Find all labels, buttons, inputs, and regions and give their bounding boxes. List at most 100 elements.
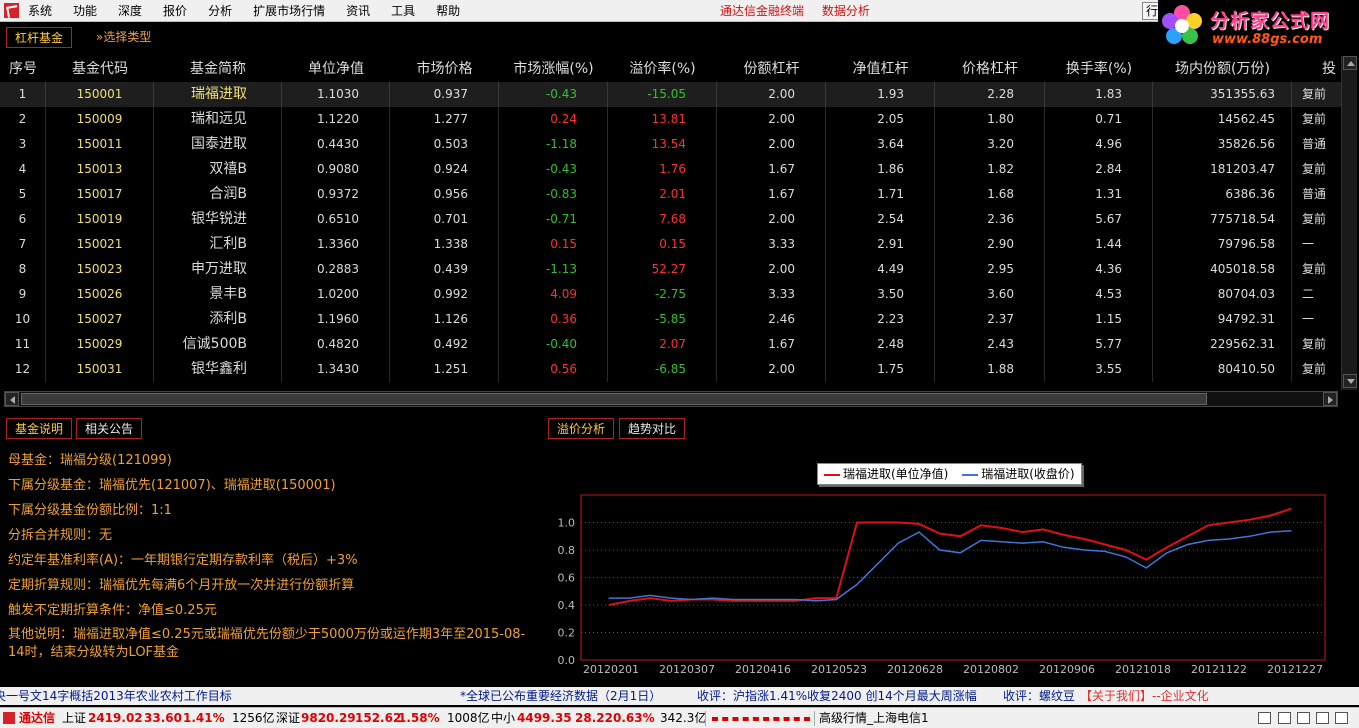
- mail-icon[interactable]: [1258, 712, 1271, 724]
- column-header[interactable]: 价格杠杆: [935, 56, 1045, 82]
- column-header[interactable]: 市场涨幅(%): [499, 56, 608, 82]
- select-type-link[interactable]: »选择类型: [88, 27, 160, 48]
- cell-market-change: 4.09: [499, 282, 608, 307]
- cell-type: 复前: [1292, 257, 1343, 282]
- info-sub-funds: 下属分级基金：瑞福优先(121007)、瑞福进取(150001): [8, 478, 336, 493]
- column-header[interactable]: 序号: [0, 56, 46, 82]
- tab-trend-comparison[interactable]: 趋势对比: [619, 418, 686, 439]
- table-row[interactable]: 3 150011 国泰进取 0.4430 0.503 -1.18 13.54 2.00 3.64…: [0, 132, 1343, 157]
- scroll-down-icon[interactable]: [1343, 374, 1357, 388]
- column-header[interactable]: 基金简称: [154, 56, 282, 82]
- vertical-scrollbar[interactable]: [1341, 56, 1357, 390]
- tab-related-announcements[interactable]: 相关公告: [76, 418, 143, 439]
- table-row[interactable]: 6 150019 银华锐进 0.6510 0.701 -0.71 7.68 2.00 2.54 2…: [0, 207, 1343, 232]
- ticker-item[interactable]: 收评：螺纹豆: [1003, 687, 1075, 705]
- data-point: [1125, 549, 1127, 551]
- menu-item[interactable]: 工具: [391, 0, 415, 22]
- data-point: [1145, 567, 1147, 569]
- scroll-up-icon[interactable]: [1343, 56, 1357, 70]
- data-point: [732, 598, 734, 601]
- column-header[interactable]: 换手率(%): [1045, 56, 1153, 82]
- column-header[interactable]: 市场价格: [390, 56, 499, 82]
- cell-turnover: 4.53: [1045, 282, 1153, 307]
- legend-label-nav: 瑞福进取(单位净值): [843, 467, 949, 481]
- data-point: [1104, 550, 1106, 552]
- scroll-left-icon[interactable]: [5, 392, 19, 406]
- menu-item[interactable]: 报价: [163, 0, 187, 22]
- data-point: [897, 542, 899, 544]
- cell-fund-name: 申万进取: [154, 257, 282, 282]
- menu-item[interactable]: 系统: [28, 0, 52, 22]
- cell-fund-name: 瑞福进取: [154, 82, 282, 107]
- data-point: [1166, 546, 1168, 548]
- horizontal-scrollbar[interactable]: [4, 391, 1338, 407]
- table-row[interactable]: 2 150009 瑞和远见 1.1220 1.277 0.24 13.81 2.00 2.05 1…: [0, 107, 1343, 132]
- fund-description: 母基金：瑞福分级(121099) 下属分级基金：瑞福优先(121007)、瑞福进…: [8, 448, 538, 662]
- cell-market-price: 0.503: [390, 132, 499, 157]
- table-row[interactable]: 1 150001 瑞福进取 1.1030 0.937 -0.43 -15.05 2.00 1.9…: [0, 82, 1343, 107]
- data-point: [753, 600, 755, 602]
- data-point: [877, 521, 879, 524]
- ticker-item[interactable]: 收评：沪指涨1.41%收复2400 创14个月最大周涨幅: [697, 687, 977, 705]
- table-row[interactable]: 8 150023 申万进取 0.2883 0.439 -1.13 52.27 2.00 4.49…: [0, 257, 1343, 282]
- column-header[interactable]: 单位净值: [282, 56, 390, 82]
- table-row[interactable]: 7 150021 汇利B 1.3360 1.338 0.15 0.15 3.33 2.91 2.9…: [0, 232, 1343, 257]
- data-point: [1187, 543, 1189, 546]
- clock-icon[interactable]: [1316, 712, 1329, 724]
- table-row[interactable]: 5 150017 合润B 0.9372 0.956 -0.83 2.01 1.67 1.71 1.…: [0, 182, 1343, 207]
- table-row[interactable]: 4 150013 双禧B 0.9080 0.924 -0.43 1.76 1.67 1.86 1.…: [0, 157, 1343, 182]
- column-header[interactable]: 投: [1292, 56, 1343, 82]
- menu-item[interactable]: 扩展市场行情: [253, 0, 325, 22]
- ticker-item[interactable]: *全球已公布重要经济数据（2月1日）: [460, 687, 661, 705]
- tab-leveraged-fund[interactable]: 杠杆基金: [6, 27, 73, 48]
- data-point: [939, 532, 941, 535]
- ticker-item[interactable]: 央一号文14字概括2013年农业农村工作目标: [0, 687, 232, 705]
- tab-fund-description[interactable]: 基金说明: [6, 418, 73, 439]
- data-point: [980, 539, 982, 541]
- table-row[interactable]: 11 150029 信诚500B 0.4820 0.492 -0.40 2.07 1.67 2.…: [0, 332, 1343, 357]
- column-header[interactable]: 溢价率(%): [608, 56, 717, 82]
- menu-item[interactable]: 分析: [208, 0, 232, 22]
- terminal-title: 通达信金融终端: [720, 4, 805, 18]
- cell-listed-shares: 6386.36: [1153, 182, 1292, 207]
- cell-listed-shares: 229562.31: [1153, 332, 1292, 357]
- cell-index: 5: [0, 182, 46, 207]
- chat-icon[interactable]: [1278, 712, 1291, 724]
- flower-logo-icon: [1162, 5, 1202, 44]
- data-point: [980, 524, 982, 526]
- column-header[interactable]: 净值杠杆: [826, 56, 935, 82]
- cell-price-leverage: 2.90: [935, 232, 1045, 257]
- brand-url: www.88gs.com: [1212, 32, 1323, 47]
- cell-turnover: 2.84: [1045, 157, 1153, 182]
- ticker-about-link[interactable]: 【关于我们】--企业文化: [1080, 687, 1209, 705]
- menu-item[interactable]: 资讯: [346, 0, 370, 22]
- table-row[interactable]: 9 150026 景丰B 1.0200 0.992 4.09 -2.75 3.33 3.50 3.…: [0, 282, 1343, 307]
- search-icon[interactable]: [1297, 712, 1310, 724]
- cell-market-change: -0.43: [499, 82, 608, 107]
- cell-price-leverage: 3.60: [935, 282, 1045, 307]
- table-row[interactable]: 12 150031 银华鑫利 1.3430 1.251 0.56 -6.85 2.00 1.75…: [0, 357, 1343, 382]
- column-header[interactable]: 基金代码: [46, 56, 154, 82]
- server-name[interactable]: 高级行情_上海电信1: [819, 708, 929, 728]
- cell-market-change: 0.24: [499, 107, 608, 132]
- cell-type: 普通: [1292, 182, 1343, 207]
- cell-nav-leverage: 2.23: [826, 307, 935, 332]
- horizontal-scroll-thumb[interactable]: [21, 393, 1207, 405]
- cell-nav-leverage: 4.49: [826, 257, 935, 282]
- settings-icon[interactable]: [1335, 712, 1348, 724]
- info-other-notes: 其他说明：瑞福进取净值≤0.25元或瑞福优先份额少于5000万份或运作期3年至2…: [8, 627, 526, 660]
- menu-item[interactable]: 帮助: [436, 0, 460, 22]
- table-row[interactable]: 10 150027 添利B 1.1960 1.126 0.36 -5.85 2.46 2.23 2…: [0, 307, 1343, 332]
- cell-market-change: -1.18: [499, 132, 608, 157]
- column-header[interactable]: 份额杠杆: [717, 56, 826, 82]
- column-header[interactable]: 场内份额(万份): [1153, 56, 1292, 82]
- cell-price-leverage: 1.88: [935, 357, 1045, 382]
- tab-premium-analysis[interactable]: 溢价分析: [548, 418, 615, 439]
- scroll-right-icon[interactable]: [1323, 392, 1337, 406]
- cell-nav: 1.0200: [282, 282, 390, 307]
- menu-item[interactable]: 深度: [118, 0, 142, 22]
- menu-item[interactable]: 功能: [73, 0, 97, 22]
- data-point: [1001, 541, 1003, 543]
- sh-change: 33.60: [144, 711, 182, 725]
- cell-price-leverage: 1.80: [935, 107, 1045, 132]
